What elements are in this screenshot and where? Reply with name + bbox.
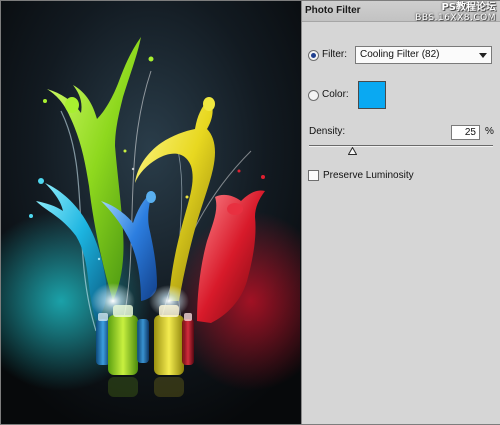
watermark-line-2: BBS.16XX8.COM (415, 13, 496, 23)
preserve-luminosity-checkbox[interactable] (308, 170, 319, 181)
color-label: Color: (322, 89, 349, 100)
filter-select[interactable]: Cooling Filter (82) (355, 46, 492, 64)
density-label: Density: (309, 126, 346, 137)
density-slider-track[interactable] (309, 145, 493, 147)
artwork-image (1, 1, 300, 424)
density-input[interactable]: 25 (451, 125, 480, 140)
filter-radio[interactable] (308, 50, 319, 61)
density-slider-thumb[interactable] (348, 147, 357, 155)
chevron-down-icon (479, 53, 487, 58)
density-unit: % (485, 126, 494, 137)
panel-title: Photo Filter (305, 5, 361, 16)
filter-label: Filter: (322, 49, 347, 60)
filter-select-value: Cooling Filter (82) (360, 49, 440, 60)
watermark-line-1: PS教程论坛 (441, 2, 496, 13)
paint-splash-dancers-image (1, 1, 300, 424)
color-swatch[interactable] (358, 81, 386, 109)
preserve-luminosity-label: Preserve Luminosity (323, 170, 414, 181)
color-radio[interactable] (308, 90, 319, 101)
watermark: PS教程论坛 BBS.16XX8.COM (415, 2, 496, 24)
screenshot-frame: Photo Filter PS教程论坛 BBS.16XX8.COM Filter… (0, 0, 500, 425)
photo-filter-panel: Photo Filter PS教程论坛 BBS.16XX8.COM (301, 1, 500, 424)
panel-header: Photo Filter PS教程论坛 BBS.16XX8.COM (302, 1, 500, 24)
